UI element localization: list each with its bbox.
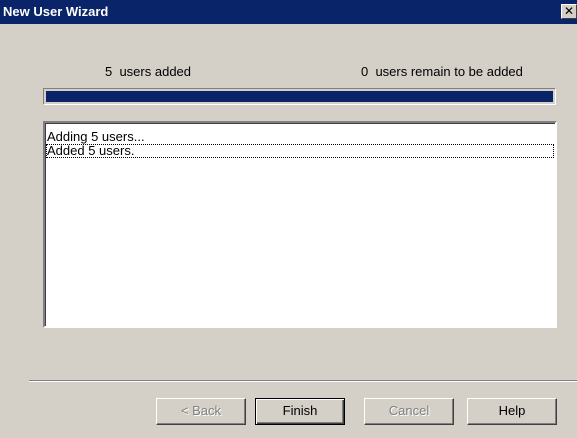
- back-button[interactable]: < Back: [156, 398, 246, 425]
- title-bar[interactable]: New User Wizard ✕: [0, 0, 577, 24]
- progress-bar: [43, 88, 556, 105]
- cancel-button[interactable]: Cancel: [364, 398, 454, 425]
- new-user-wizard-dialog: New User Wizard ✕ 5 users added 0 users …: [0, 0, 577, 438]
- window-title: New User Wizard: [3, 4, 109, 19]
- finish-button[interactable]: Finish: [255, 398, 345, 425]
- progress-bar-fill: [46, 91, 553, 102]
- list-item[interactable]: Added 5 users.: [46, 144, 554, 158]
- help-button[interactable]: Help: [467, 398, 557, 425]
- users-added-status: 5 users added: [105, 64, 192, 79]
- log-listbox[interactable]: Adding 5 users... Added 5 users.: [43, 121, 557, 328]
- list-item[interactable]: Adding 5 users...: [46, 130, 555, 144]
- close-icon[interactable]: ✕: [561, 4, 577, 19]
- users-remaining-status: 0 users remain to be added: [361, 64, 523, 79]
- button-separator: [29, 380, 577, 382]
